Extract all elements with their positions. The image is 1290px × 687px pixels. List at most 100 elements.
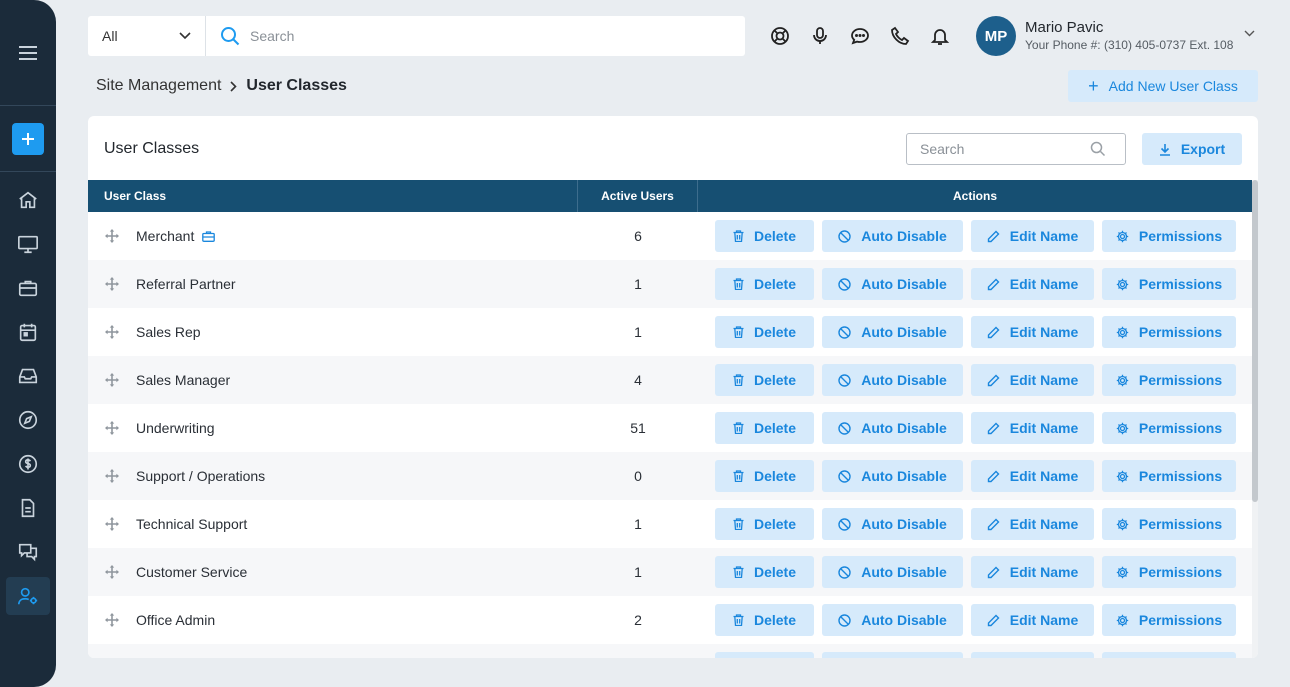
delete-button[interactable]: Delete: [715, 412, 814, 444]
edit-name-button[interactable]: Edit Name: [971, 556, 1094, 588]
column-header-user-class[interactable]: User Class: [88, 180, 578, 212]
notifications-button[interactable]: [920, 24, 960, 48]
permissions-button[interactable]: [1102, 652, 1236, 658]
permissions-button[interactable]: Permissions: [1102, 604, 1236, 636]
permissions-button[interactable]: Permissions: [1102, 556, 1236, 588]
user-class-cell: Underwriting: [88, 420, 578, 436]
delete-button[interactable]: Delete: [715, 604, 814, 636]
menu-toggle[interactable]: [0, 30, 56, 76]
quick-add-button[interactable]: [12, 123, 44, 155]
drag-handle-icon[interactable]: [105, 613, 119, 627]
delete-button[interactable]: [715, 652, 814, 658]
edit-name-button[interactable]: Edit Name: [971, 460, 1094, 492]
drag-handle-icon[interactable]: [105, 517, 119, 531]
row-actions: Delete Auto Disable Edit Name Permission…: [698, 556, 1252, 588]
auto-disable-button[interactable]: [822, 652, 963, 658]
gear-icon: [1116, 326, 1129, 338]
search-icon: [1090, 141, 1106, 157]
sidebar-item-document[interactable]: [6, 489, 50, 527]
active-users-count: 1: [634, 516, 642, 532]
sidebar-item-monitor[interactable]: [6, 225, 50, 263]
chevron-down-icon: [1244, 30, 1255, 37]
user-class-name: Referral Partner: [136, 276, 236, 292]
auto-disable-button[interactable]: Auto Disable: [822, 316, 963, 348]
phone-icon: [891, 26, 910, 45]
column-header-active-users[interactable]: Active Users: [578, 180, 698, 212]
voice-button[interactable]: [800, 24, 840, 48]
edit-name-button[interactable]: Edit Name: [971, 508, 1094, 540]
search-scope-dropdown[interactable]: All: [88, 16, 206, 56]
scrollbar[interactable]: [1252, 180, 1258, 658]
delete-button[interactable]: Delete: [715, 460, 814, 492]
sidebar-item-briefcase[interactable]: [6, 269, 50, 307]
add-user-class-button[interactable]: + Add New User Class: [1068, 70, 1258, 102]
permissions-button[interactable]: Permissions: [1102, 364, 1236, 396]
drag-handle-icon[interactable]: [105, 469, 119, 483]
user-menu[interactable]: MP Mario Pavic Your Phone #: (310) 405-0…: [976, 16, 1266, 56]
auto-disable-button[interactable]: Auto Disable: [822, 460, 963, 492]
delete-button[interactable]: Delete: [715, 556, 814, 588]
edit-name-button[interactable]: [971, 652, 1094, 658]
help-button[interactable]: [760, 24, 800, 48]
auto-disable-button[interactable]: Auto Disable: [822, 604, 963, 636]
edit-name-button[interactable]: Edit Name: [971, 604, 1094, 636]
auto-disable-button[interactable]: Auto Disable: [822, 364, 963, 396]
auto-disable-button[interactable]: Auto Disable: [822, 220, 963, 252]
auto-disable-button[interactable]: Auto Disable: [822, 268, 963, 300]
sidebar-item-inbox[interactable]: [6, 357, 50, 395]
drag-handle-icon[interactable]: [105, 421, 119, 435]
sidebar-item-messages[interactable]: [6, 533, 50, 571]
user-classes-card: User Classes Export User Class Active Us…: [88, 116, 1258, 658]
permissions-button[interactable]: Permissions: [1102, 316, 1236, 348]
permissions-button[interactable]: Permissions: [1102, 268, 1236, 300]
delete-button[interactable]: Delete: [715, 364, 814, 396]
drag-handle-icon[interactable]: [105, 229, 119, 243]
auto-disable-button[interactable]: Auto Disable: [822, 556, 963, 588]
delete-button[interactable]: Delete: [715, 508, 814, 540]
auto-disable-button[interactable]: Auto Disable: [822, 508, 963, 540]
user-class-name: Customer Service: [136, 564, 248, 580]
delete-button[interactable]: Delete: [715, 220, 814, 252]
sidebar-item-calendar[interactable]: [6, 313, 50, 351]
edit-name-button[interactable]: Edit Name: [971, 364, 1094, 396]
user-class-cell: Referral Partner: [88, 276, 578, 292]
pencil-icon: [987, 374, 1000, 386]
user-class-cell: Sales Manager: [88, 372, 578, 388]
ban-icon: [838, 565, 851, 579]
sidebar-divider: [0, 171, 56, 172]
table-row: Technical Support 1 Delete Auto Disable …: [88, 500, 1252, 548]
sidebar-item-home[interactable]: [6, 181, 50, 219]
chat-button[interactable]: [840, 24, 880, 48]
user-phone: Your Phone #: (310) 405-0737 Ext. 108: [1025, 38, 1234, 52]
permissions-button[interactable]: Permissions: [1102, 412, 1236, 444]
table-row: Referral Partner 1 Delete Auto Disable E…: [88, 260, 1252, 308]
global-search-input[interactable]: [250, 28, 720, 44]
edit-name-button[interactable]: Edit Name: [971, 220, 1094, 252]
auto-disable-button[interactable]: Auto Disable: [822, 412, 963, 444]
edit-name-button[interactable]: Edit Name: [971, 412, 1094, 444]
drag-handle-icon[interactable]: [105, 277, 119, 291]
ban-icon: [838, 469, 851, 483]
edit-name-button[interactable]: Edit Name: [971, 316, 1094, 348]
call-button[interactable]: [880, 24, 920, 48]
drag-handle-icon[interactable]: [105, 373, 119, 387]
drag-handle-icon[interactable]: [105, 565, 119, 579]
user-class-name: Office Admin: [136, 612, 216, 628]
download-icon: [1159, 143, 1170, 156]
permissions-button[interactable]: Permissions: [1102, 220, 1236, 252]
drag-handle-icon[interactable]: [105, 325, 119, 339]
permissions-button[interactable]: Permissions: [1102, 460, 1236, 492]
table-search-input[interactable]: [920, 141, 1090, 157]
delete-button[interactable]: Delete: [715, 316, 814, 348]
permissions-button[interactable]: Permissions: [1102, 508, 1236, 540]
breadcrumb-site-management[interactable]: Site Management: [96, 77, 221, 95]
delete-button[interactable]: Delete: [715, 268, 814, 300]
sidebar-item-user-settings[interactable]: [6, 577, 50, 615]
sidebar-item-compass[interactable]: [6, 401, 50, 439]
edit-name-button[interactable]: Edit Name: [971, 268, 1094, 300]
scrollbar-thumb[interactable]: [1252, 180, 1258, 502]
export-label: Export: [1180, 141, 1226, 157]
sidebar-item-dollar[interactable]: [6, 445, 50, 483]
export-button[interactable]: Export: [1142, 133, 1242, 165]
plus-icon: +: [1088, 76, 1099, 96]
